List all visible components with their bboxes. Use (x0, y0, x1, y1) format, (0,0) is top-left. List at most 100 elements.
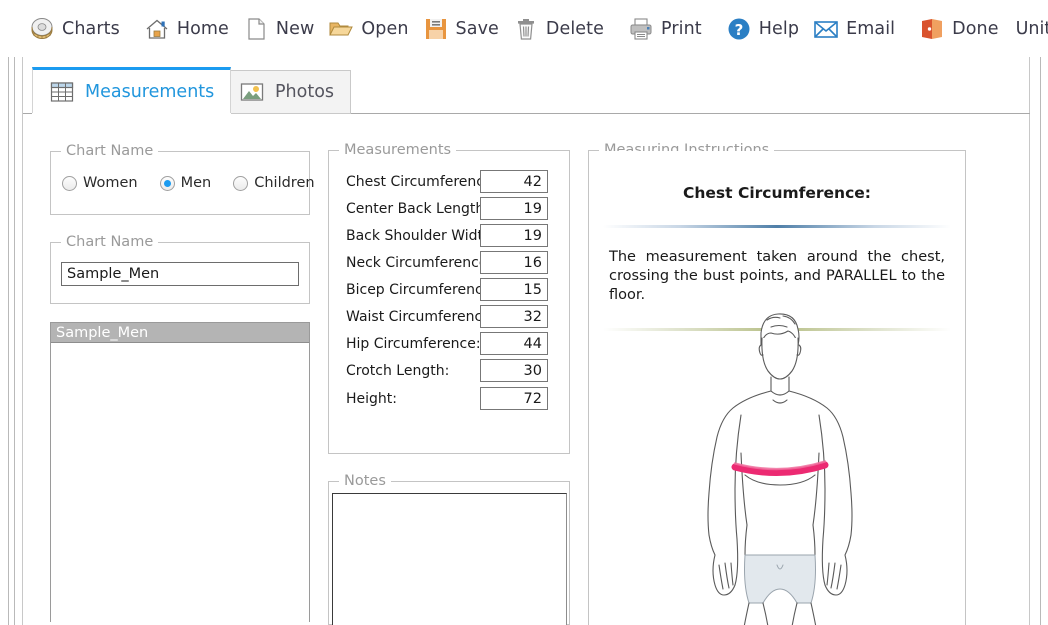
window-left-border-inner (14, 57, 15, 625)
picture-icon (239, 79, 265, 105)
measurement-input-chest[interactable] (480, 170, 548, 193)
tape-measure-icon (29, 16, 55, 42)
instruction-heading: Chest Circumference: (589, 184, 965, 202)
application-window: Charts Home New (0, 0, 1048, 625)
tab-measurements[interactable]: Measurements (32, 67, 231, 114)
measurements-group: Measurements Chest Circumference: Center… (328, 142, 570, 454)
toolbar-button-email[interactable]: Email (806, 7, 902, 51)
tab-photos[interactable]: Photos (222, 70, 351, 114)
home-icon (144, 16, 170, 42)
radio-children-label: Children (254, 175, 314, 191)
measurement-label: Crotch Length: (346, 363, 449, 379)
main-toolbar: Charts Home New (0, 0, 1048, 57)
measurement-input-crotch-length[interactable] (480, 359, 548, 382)
tab-strip: Measurements Photos (23, 57, 1030, 117)
chart-type-radio-group: Women Men Children (62, 175, 337, 191)
radio-women[interactable]: Women (62, 175, 138, 191)
toolbar-button-open[interactable]: Open (321, 7, 415, 51)
toolbar-button-save[interactable]: Save (416, 7, 506, 51)
notes-group-title: Notes (339, 473, 391, 489)
chart-type-group-title: Chart Name (61, 143, 158, 159)
chart-name-input[interactable] (61, 262, 299, 286)
window-left-border (8, 57, 9, 625)
chart-name-group: Chart Name (50, 234, 310, 304)
measurement-row-chest: Chest Circumference: (328, 168, 570, 195)
measurement-input-hip[interactable] (480, 332, 548, 355)
chart-type-group: Chart Name Women Men Children (50, 143, 310, 215)
radio-children-dot (233, 176, 248, 191)
list-item[interactable]: Sample_Men (51, 322, 309, 343)
tab-label-measurements: Measurements (85, 82, 214, 102)
measurement-input-back-shoulder-width[interactable] (480, 224, 548, 247)
toolbar-button-new[interactable]: New (236, 7, 321, 51)
male-body-front-chest-measure-illustration (685, 303, 870, 625)
measurement-label: Height: (346, 391, 397, 407)
toolbar-label-help: Help (759, 19, 799, 39)
toolbar-label-charts: Charts (62, 19, 120, 39)
printer-icon (628, 16, 654, 42)
toolbar-button-help[interactable]: ? Help (719, 7, 806, 51)
measurement-input-neck[interactable] (480, 251, 548, 274)
svg-text:?: ? (734, 21, 743, 39)
tab-label-photos: Photos (275, 82, 334, 102)
units-indicator: Units: IN (1016, 19, 1048, 39)
radio-men[interactable]: Men (160, 175, 212, 191)
question-mark-icon: ? (726, 16, 752, 42)
measurement-label: Back Shoulder Width: (346, 228, 497, 244)
measurement-label: Center Back Length: (346, 201, 489, 217)
window-right-border (1040, 57, 1041, 625)
grid-table-icon (49, 79, 75, 105)
measurement-row-crotch-length: Crotch Length: (328, 357, 570, 384)
divider-top (603, 225, 951, 228)
toolbar-button-delete[interactable]: Delete (506, 7, 611, 51)
measurement-label: Waist Circumference: (346, 309, 495, 325)
toolbar-label-save: Save (456, 19, 499, 39)
open-folder-icon (328, 16, 354, 42)
measurement-row-back-shoulder-width: Back Shoulder Width: (328, 222, 570, 249)
measurement-label: Hip Circumference: (346, 336, 481, 352)
notes-textarea[interactable] (332, 493, 567, 625)
toolbar-label-print: Print (661, 19, 702, 39)
radio-men-label: Men (181, 175, 212, 191)
toolbar-label-delete: Delete (546, 19, 604, 39)
toolbar-label-email: Email (846, 19, 895, 39)
toolbar-button-home[interactable]: Home (137, 7, 236, 51)
measurement-input-center-back-length[interactable] (480, 197, 548, 220)
toolbar-label-open: Open (361, 19, 408, 39)
instruction-card: Chest Circumference: The measurement tak… (589, 151, 965, 625)
notes-group: Notes (328, 473, 570, 625)
new-document-icon (243, 16, 269, 42)
toolbar-label-done: Done (952, 19, 998, 39)
measurement-row-height: Height: (328, 385, 570, 412)
chart-name-group-title: Chart Name (61, 234, 158, 250)
chart-list[interactable]: Sample_Men (50, 322, 310, 622)
measurement-row-center-back-length: Center Back Length: (328, 195, 570, 222)
trash-icon (513, 16, 539, 42)
radio-men-dot (160, 176, 175, 191)
toolbar-button-done[interactable]: Done (912, 7, 1005, 51)
instruction-body: The measurement taken around the chest, … (609, 248, 945, 305)
measurement-label: Bicep Circumference: (346, 282, 496, 298)
measurements-group-title: Measurements (339, 142, 456, 158)
measurement-input-height[interactable] (480, 387, 548, 410)
measurement-input-waist[interactable] (480, 305, 548, 328)
radio-children[interactable]: Children (233, 175, 314, 191)
measurement-row-neck: Neck Circumference: (328, 249, 570, 276)
measurement-row-waist: Waist Circumference: (328, 303, 570, 330)
measurement-label: Neck Circumference: (346, 255, 492, 271)
measurement-input-bicep[interactable] (480, 278, 548, 301)
chest-measure-band (735, 462, 825, 473)
radio-women-dot (62, 176, 77, 191)
toolbar-label-new: New (276, 19, 314, 39)
toolbar-label-home: Home (177, 19, 229, 39)
radio-women-label: Women (83, 175, 138, 191)
exit-door-icon (919, 16, 945, 42)
figure-container (589, 303, 965, 625)
measuring-instructions-group: Measuring Instructions Chest Circumferen… (588, 142, 966, 625)
toolbar-button-print[interactable]: Print (621, 7, 709, 51)
floppy-disk-icon (423, 16, 449, 42)
toolbar-button-charts[interactable]: Charts (22, 7, 127, 51)
envelope-icon (813, 16, 839, 42)
measurement-label: Chest Circumference: (346, 174, 497, 190)
measurement-row-bicep: Bicep Circumference: (328, 276, 570, 303)
